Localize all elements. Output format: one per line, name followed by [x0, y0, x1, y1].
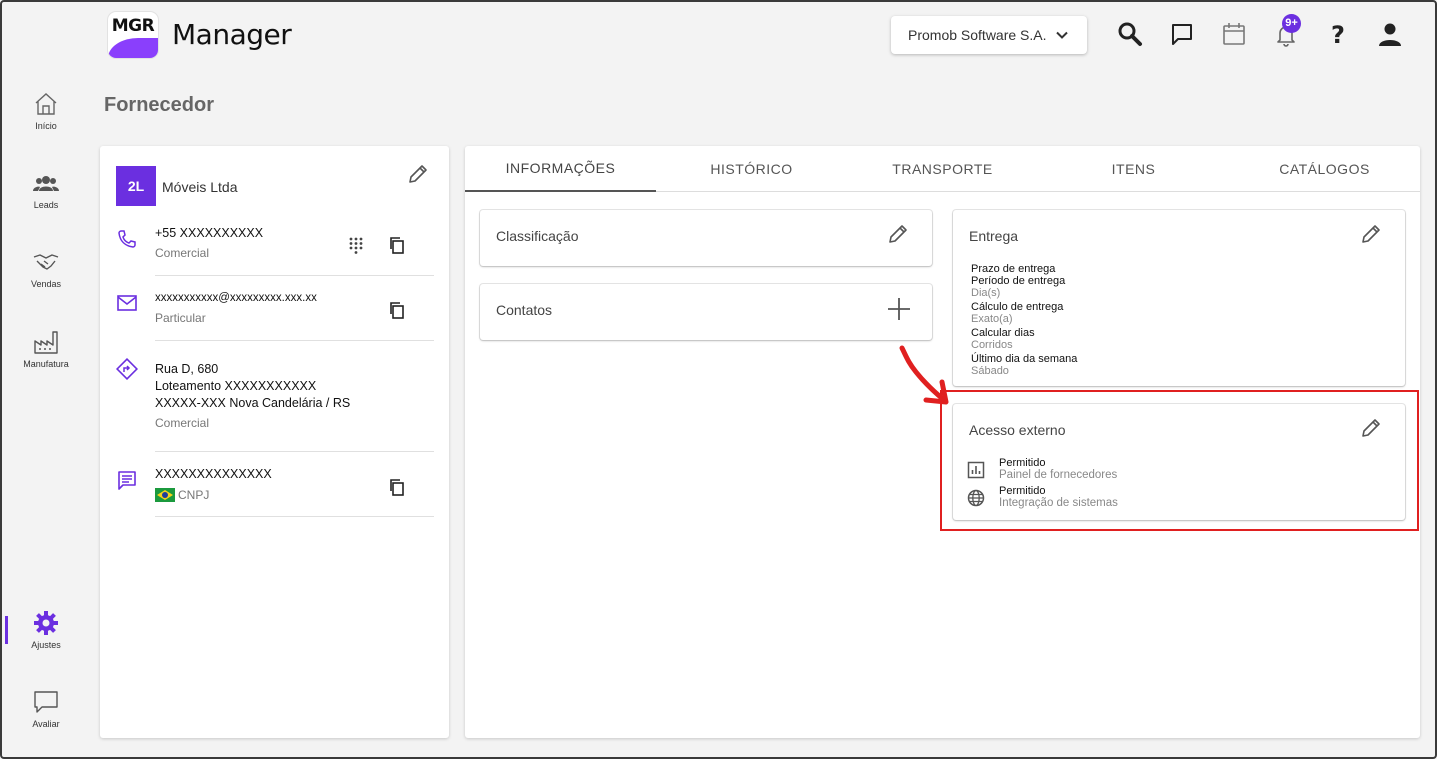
contatos-section: Contatos	[480, 284, 932, 340]
company-selector[interactable]: Promob Software S.A.	[891, 16, 1087, 54]
search-icon[interactable]	[1116, 20, 1144, 48]
nav-item-inicio[interactable]: Início	[6, 91, 86, 147]
integracao-status: Permitido	[999, 485, 1046, 497]
supplier-avatar: 2L	[116, 166, 156, 206]
document-number: XXXXXXXXXXXXXX	[155, 467, 272, 481]
nav-item-leads[interactable]: Leads	[6, 172, 86, 228]
phone-icon	[118, 230, 136, 248]
nav-label-ajustes: Ajustes	[31, 640, 61, 650]
chart-icon	[967, 461, 985, 479]
top-bar: MGR Manager Promob Software S.A. 9+ ?	[0, 0, 1437, 72]
tab-historico[interactable]: HISTÓRICO	[656, 146, 847, 192]
copy-document-icon[interactable]	[388, 478, 406, 496]
document-icon	[118, 471, 136, 490]
gear-icon	[34, 611, 58, 635]
edit-classificacao-icon[interactable]	[886, 222, 910, 246]
page-title: Fornecedor	[104, 94, 215, 116]
svg-text:?: ?	[1331, 21, 1345, 48]
chevron-down-icon	[1056, 31, 1068, 39]
painel-status: Permitido	[999, 457, 1046, 469]
calcular-dias-value: Corridos	[971, 339, 1013, 351]
tab-itens[interactable]: ITENS	[1038, 146, 1229, 192]
address-line-1: Rua D, 680	[155, 362, 219, 376]
address-line-3: XXXXX-XXX Nova Candelária / RS	[155, 396, 351, 410]
factory-icon	[34, 331, 58, 354]
entrega-title: Entrega	[969, 228, 1019, 244]
email-address: xxxxxxxxxxx@xxxxxxxxx.xxx.xx	[155, 292, 317, 304]
classificacao-section: Classificação	[480, 210, 932, 266]
address-type: Comercial	[155, 416, 210, 430]
nav-label-inicio: Início	[35, 121, 57, 131]
app-title: Manager	[172, 18, 292, 51]
calendar-icon[interactable]	[1220, 20, 1248, 48]
tab-catalogos[interactable]: CATÁLOGOS	[1229, 146, 1420, 192]
divider	[155, 516, 434, 517]
tab-informacoes[interactable]: INFORMAÇÕES	[465, 146, 656, 192]
classificacao-title: Classificação	[496, 228, 579, 244]
app-logo[interactable]: MGR	[108, 12, 158, 58]
logo-text: MGR	[111, 16, 155, 36]
details-panel: INFORMAÇÕES HISTÓRICO TRANSPORTE ITENS C…	[465, 146, 1420, 738]
logo-wave	[108, 38, 158, 58]
painel-description: Painel de fornecedores	[999, 469, 1118, 481]
account-icon[interactable]	[1376, 20, 1404, 48]
help-icon[interactable]: ?	[1324, 20, 1352, 48]
phone-number: +55 XXXXXXXXXX	[155, 226, 264, 240]
people-icon	[33, 176, 59, 191]
document-type: CNPJ	[178, 488, 210, 502]
supplier-name: Móveis Ltda	[162, 179, 238, 195]
acesso-externo-title: Acesso externo	[969, 422, 1066, 438]
divider	[155, 340, 434, 341]
directions-icon	[116, 358, 138, 380]
email-type: Particular	[155, 311, 206, 325]
mail-icon	[117, 295, 137, 311]
entrega-section: Entrega Prazo de entrega Período de entr…	[953, 210, 1405, 386]
divider	[155, 451, 434, 452]
copy-phone-icon[interactable]	[388, 236, 406, 254]
nav-item-manufatura[interactable]: Manufatura	[6, 329, 86, 385]
dialpad-icon[interactable]	[348, 236, 364, 254]
nav-label-leads: Leads	[33, 200, 59, 210]
edit-acesso-externo-icon[interactable]	[1359, 416, 1383, 440]
nav-item-avaliar[interactable]: Avaliar	[6, 689, 86, 745]
globe-icon	[967, 489, 985, 507]
contatos-title: Contatos	[496, 302, 553, 318]
acesso-externo-section: Acesso externo Permitido Painel de forne…	[953, 404, 1405, 520]
nav-item-vendas[interactable]: Vendas	[6, 249, 86, 305]
periodo-entrega-value: Dia(s)	[971, 287, 1001, 299]
supplier-card: 2L Móveis Ltda +55 XXXXXXXXXX Comercial …	[100, 146, 449, 738]
tab-transporte[interactable]: TRANSPORTE	[847, 146, 1038, 192]
integracao-description: Integração de sistemas	[999, 497, 1118, 509]
divider	[155, 275, 434, 276]
add-contact-icon[interactable]	[886, 296, 912, 322]
brazil-flag-icon	[155, 488, 175, 502]
copy-email-icon[interactable]	[388, 301, 406, 319]
address-line-2: Loteamento XXXXXXXXXXX	[155, 379, 317, 393]
edit-supplier-icon[interactable]	[406, 162, 430, 186]
nav-label-manufatura: Manufatura	[23, 359, 69, 369]
notification-badge: 9+	[1282, 14, 1301, 33]
nav-item-ajustes[interactable]: Ajustes	[6, 610, 86, 666]
nav-label-avaliar: Avaliar	[32, 719, 60, 729]
home-icon	[35, 93, 57, 115]
phone-type: Comercial	[155, 246, 210, 260]
handshake-icon	[33, 254, 59, 270]
message-icon[interactable]	[1168, 20, 1196, 48]
company-selector-label: Promob Software S.A.	[908, 27, 1047, 43]
tab-bar: INFORMAÇÕES HISTÓRICO TRANSPORTE ITENS C…	[465, 146, 1420, 192]
calculo-entrega-value: Exato(a)	[971, 313, 1013, 325]
nav-label-vendas: Vendas	[30, 279, 62, 289]
edit-entrega-icon[interactable]	[1359, 222, 1383, 246]
side-nav: Início Leads Vendas Manufatura Ajustes A…	[0, 72, 92, 759]
chat-bubble-icon	[34, 691, 58, 713]
ultimo-dia-value: Sábado	[971, 365, 1009, 377]
